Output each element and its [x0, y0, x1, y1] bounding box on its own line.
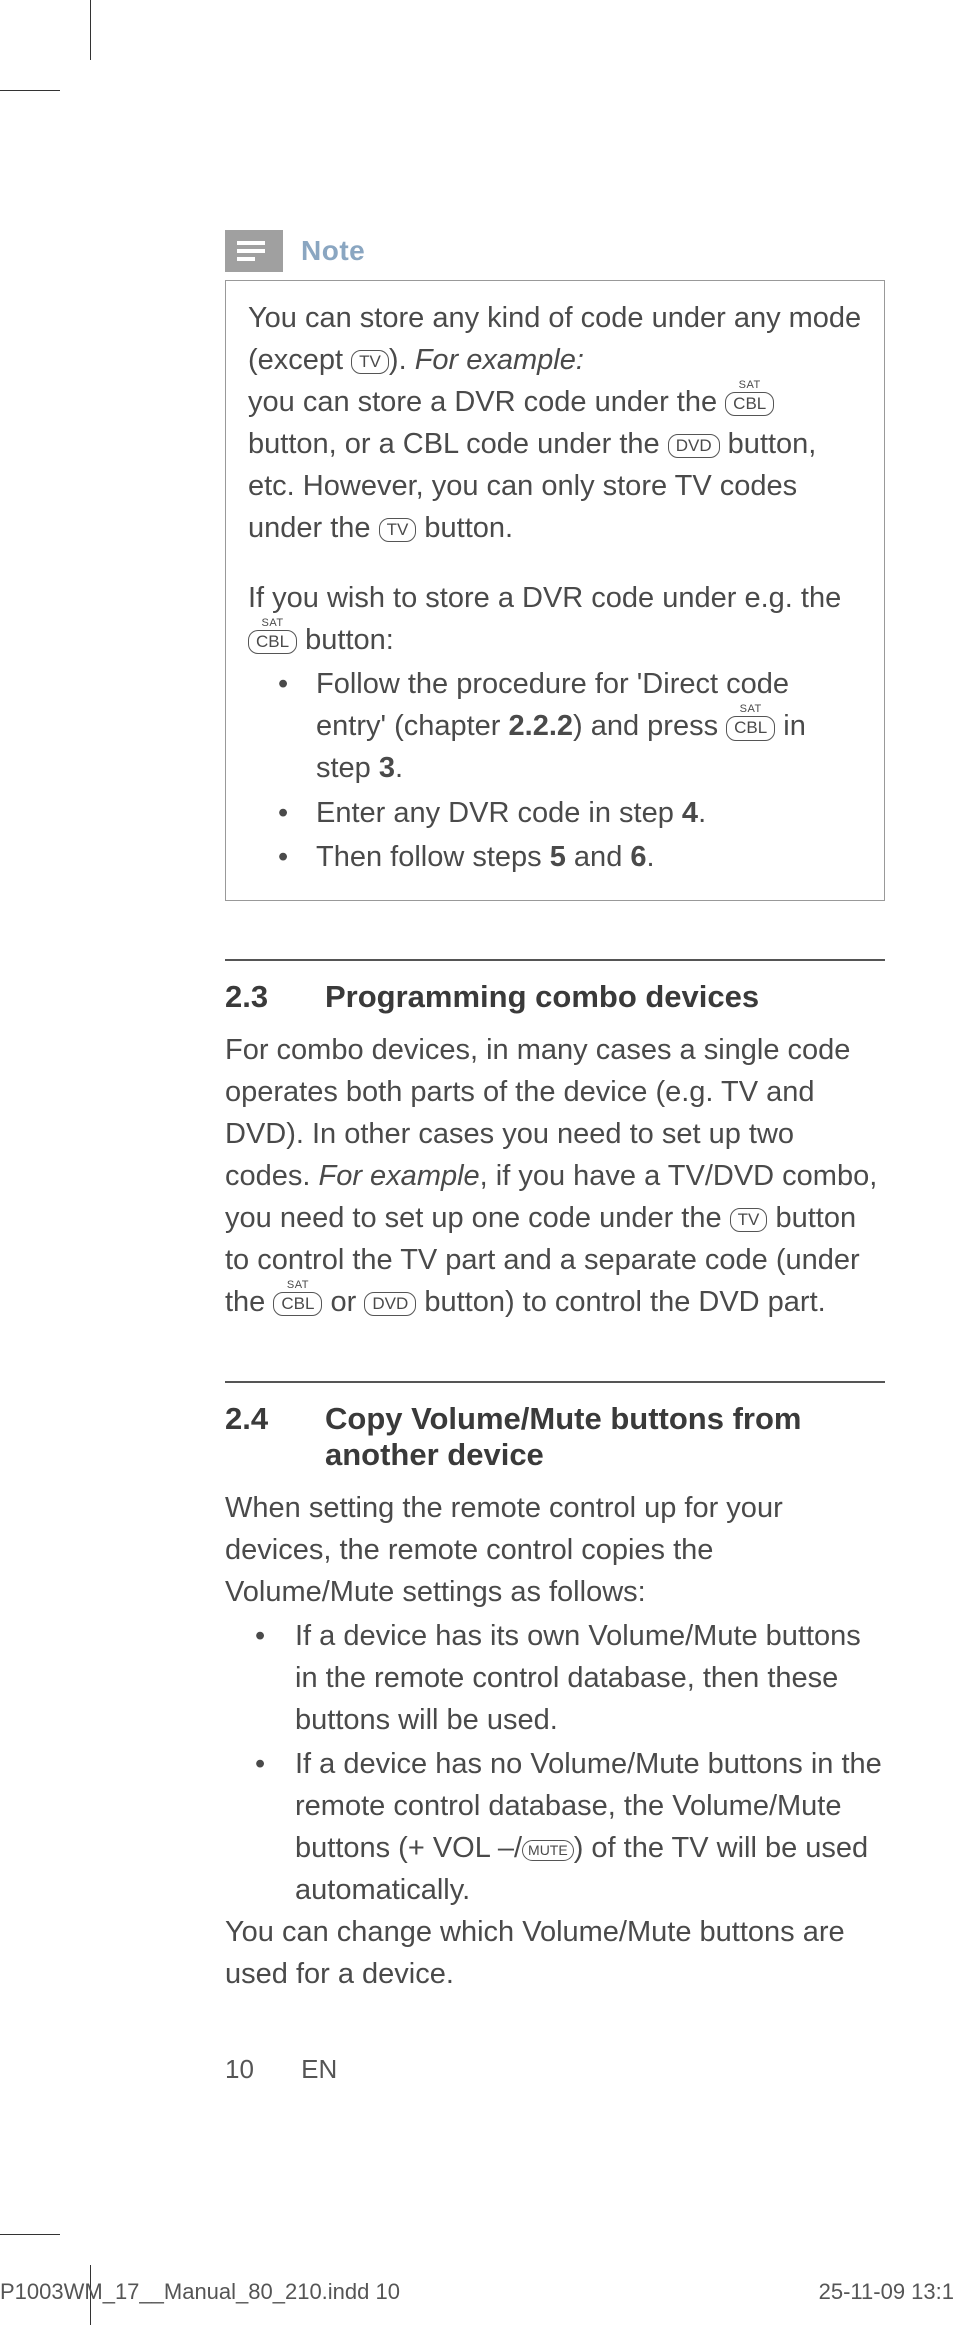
section-number: 2.3: [225, 979, 325, 1015]
tv-button-icon: TV: [379, 518, 417, 542]
text: You can change which Volume/Mute buttons…: [225, 1911, 885, 1995]
text: button) to control the DVD part.: [416, 1286, 825, 1318]
text-bold: 5: [550, 841, 566, 873]
divider: [225, 959, 885, 961]
text: .: [698, 797, 706, 829]
sat-cbl-button-icon: CBL: [726, 716, 775, 740]
note-list: Follow the procedure for 'Direct code en…: [248, 663, 862, 877]
text: .: [647, 841, 655, 873]
text-bold: 6: [630, 841, 646, 873]
sat-cbl-button-icon: CBL: [273, 1292, 322, 1316]
section-title: Programming combo devices: [325, 979, 885, 1015]
text-italic: For example: [319, 1160, 480, 1192]
page-footer: 10 EN: [225, 2054, 337, 2085]
content-area: Note You can store any kind of code unde…: [225, 230, 885, 1996]
text: ).: [389, 344, 415, 376]
list-item: If a device has no Volume/Mute buttons i…: [255, 1743, 885, 1911]
tv-button-icon: TV: [730, 1208, 768, 1232]
imprint-right: 25-11-09 13:1: [819, 2279, 954, 2305]
text-bold: 3: [379, 752, 395, 784]
note-header: Note: [225, 230, 885, 272]
section-heading-2-3: 2.3 Programming combo devices: [225, 979, 885, 1015]
mute-button-icon: MUTE: [522, 1840, 574, 1860]
note-paragraph-3: If you wish to store a DVR code under e.…: [248, 577, 862, 661]
page-language: EN: [301, 2054, 337, 2084]
section-list: If a device has its own Volume/Mute butt…: [225, 1615, 885, 1911]
list-item: Then follow steps 5 and 6.: [288, 836, 862, 878]
text: Then follow steps: [316, 841, 550, 873]
note-icon: [225, 230, 283, 272]
crop-mark: [0, 90, 60, 91]
section-title: Copy Volume/Mute buttons from another de…: [325, 1401, 885, 1473]
list-item: Follow the procedure for 'Direct code en…: [288, 663, 862, 789]
page-number: 10: [225, 2054, 254, 2084]
note-paragraph-1: You can store any kind of code under any…: [248, 297, 862, 381]
text: Enter any DVR code in step: [316, 797, 682, 829]
note-box: You can store any kind of code under any…: [225, 280, 885, 901]
text: button, or a CBL code under the: [248, 428, 668, 460]
text: button:: [297, 624, 394, 656]
imprint-left: P1003WM_17__Manual_80_210.indd 10: [0, 2279, 400, 2305]
text-bold: 4: [682, 797, 698, 829]
note-paragraph-2: you can store a DVR code under the CBL b…: [248, 381, 862, 549]
sat-cbl-button-icon: CBL: [248, 630, 297, 654]
dvd-button-icon: DVD: [364, 1292, 416, 1316]
list-item: Enter any DVR code in step 4.: [288, 792, 862, 834]
section-heading-2-4: 2.4 Copy Volume/Mute buttons from anothe…: [225, 1401, 885, 1473]
text: If you wish to store a DVR code under e.…: [248, 582, 841, 614]
crop-mark: [0, 2234, 60, 2235]
text: ) and press: [573, 710, 726, 742]
section-body-2-4: When setting the remote control up for y…: [225, 1487, 885, 1996]
note-label: Note: [301, 235, 365, 267]
crop-mark: [90, 0, 91, 60]
section-body-2-3: For combo devices, in many cases a singl…: [225, 1029, 885, 1323]
tv-button-icon: TV: [351, 350, 389, 374]
list-item: If a device has its own Volume/Mute butt…: [255, 1615, 885, 1741]
dvd-button-icon: DVD: [668, 434, 720, 458]
text: and: [566, 841, 631, 873]
text: When setting the remote control up for y…: [225, 1487, 885, 1613]
text: .: [395, 752, 403, 784]
sat-cbl-button-icon: CBL: [725, 392, 774, 416]
text: button.: [416, 512, 513, 544]
text: or: [322, 1286, 364, 1318]
section-number: 2.4: [225, 1401, 325, 1473]
text-bold: 2.2.2: [509, 710, 574, 742]
page: Note You can store any kind of code unde…: [0, 0, 954, 2325]
text: you can store a DVR code under the: [248, 386, 725, 418]
text-italic: For example:: [415, 344, 584, 376]
divider: [225, 1381, 885, 1383]
